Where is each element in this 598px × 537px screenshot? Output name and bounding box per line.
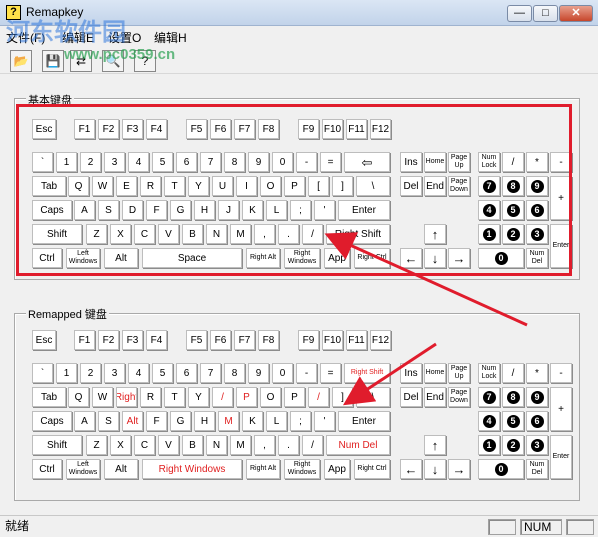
annotation-arrows [324,232,528,406]
arrow-to-remapped-key [342,342,437,406]
status-num: NUM [520,519,562,535]
status-panel-blank [488,519,516,535]
arrow-to-base-key [324,232,528,327]
status-panel-end [566,519,594,535]
status-text: 就绪 [5,519,30,533]
status-bar: 就绪 NUM [0,515,598,537]
